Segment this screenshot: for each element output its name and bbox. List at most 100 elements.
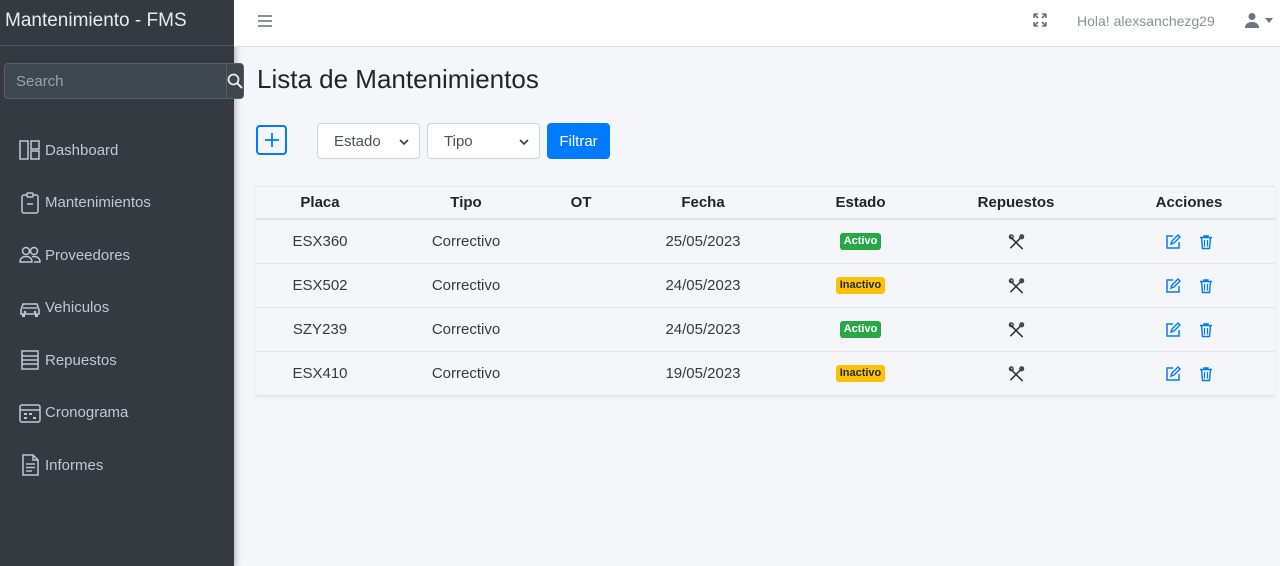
status-badge: Inactivo <box>835 276 886 295</box>
repuestos-cell <box>929 277 1103 294</box>
user-menu-button[interactable] <box>1244 11 1276 29</box>
status-badge: Activo <box>839 320 882 339</box>
user-greeting: Hola! alexsanchezg29 <box>1077 13 1215 29</box>
delete-button[interactable] <box>1197 233 1214 250</box>
repuestos-cell <box>929 233 1103 250</box>
sidebar-item-label: Informes <box>45 456 104 474</box>
column-header[interactable]: Repuestos <box>929 194 1103 211</box>
list-icon <box>21 350 39 370</box>
placa-cell: ESX360 <box>292 233 348 250</box>
fecha-cell: 24/05/2023 <box>665 277 741 294</box>
sidebar-item-repuestos[interactable]: Repuestos <box>0 334 234 387</box>
sidebar-item-label: Mantenimientos <box>45 194 151 212</box>
fullscreen-button[interactable] <box>1032 12 1048 28</box>
delete-button[interactable] <box>1197 321 1214 338</box>
tipo-select[interactable]: Tipo <box>427 123 540 159</box>
sidebar-item-vehiculos[interactable]: Vehiculos <box>0 282 234 335</box>
column-header[interactable]: Placa <box>256 194 384 211</box>
table-row: ESX502 Correctivo 24/05/2023 Inactivo <box>256 264 1275 308</box>
search-button[interactable] <box>226 63 244 99</box>
tools-icon <box>1008 233 1024 249</box>
trash-icon <box>1199 278 1212 293</box>
estado-cell: Inactivo <box>792 364 929 383</box>
sidebar-nav: Dashboard Mantenimientos Proveedores Veh… <box>0 124 234 492</box>
estado-select-value: Estado <box>334 132 381 150</box>
tipo-cell: Correctivo <box>431 365 501 382</box>
caret-down-icon <box>1265 18 1273 23</box>
sidebar-item-cronograma[interactable]: Cronograma <box>0 387 234 440</box>
tools-icon <box>1008 321 1024 337</box>
search-icon <box>227 73 243 89</box>
tools-icon <box>1008 365 1024 381</box>
column-header[interactable]: Acciones <box>1103 194 1275 211</box>
document-icon <box>22 454 39 476</box>
repuestos-cell <box>929 321 1103 338</box>
row-actions <box>1164 321 1214 338</box>
clipboard-icon <box>21 192 39 214</box>
placa-cell: ESX502 <box>292 277 348 294</box>
edit-button[interactable] <box>1164 321 1181 338</box>
calendar-icon <box>19 404 41 423</box>
placa-cell: ESX410 <box>292 365 348 382</box>
user-icon <box>1245 13 1259 28</box>
acciones-cell <box>1103 233 1275 250</box>
hamburger-icon <box>258 15 272 27</box>
repuestos-button[interactable] <box>1008 365 1025 382</box>
repuestos-cell <box>929 365 1103 382</box>
tipo-select-value: Tipo <box>444 132 473 150</box>
row-actions <box>1164 233 1214 250</box>
chevron-down-icon <box>399 139 409 146</box>
delete-button[interactable] <box>1197 365 1214 382</box>
tools-icon <box>1008 277 1024 293</box>
page-title: Lista de Mantenimientos <box>257 64 539 94</box>
tipo-cell: Correctivo <box>431 277 501 294</box>
column-header[interactable]: Estado <box>792 194 929 211</box>
fecha-cell: 19/05/2023 <box>665 365 741 382</box>
row-actions <box>1164 365 1214 382</box>
column-header[interactable]: OT <box>548 194 614 211</box>
sidebar: Mantenimiento - FMS Dashboard Mantenimie… <box>0 0 244 566</box>
top-navbar: Hola! alexsanchezg29 <box>234 0 1280 47</box>
edit-icon <box>1165 321 1181 337</box>
dashboard-icon <box>19 140 40 160</box>
chevron-down-icon <box>519 139 529 146</box>
acciones-cell <box>1103 277 1275 294</box>
maintenance-table: Placa Tipo OT Fecha Estado Repuestos Acc… <box>256 186 1275 396</box>
add-button[interactable] <box>256 125 287 155</box>
status-badge: Activo <box>839 232 882 251</box>
edit-icon <box>1165 233 1181 249</box>
fecha-cell: 25/05/2023 <box>665 233 741 250</box>
car-icon <box>20 302 40 317</box>
brand-title[interactable]: Mantenimiento - FMS <box>0 0 234 46</box>
edit-icon <box>1165 277 1181 293</box>
menu-toggle-button[interactable] <box>257 13 273 29</box>
sidebar-item-informes[interactable]: Informes <box>0 439 234 492</box>
filter-button[interactable]: Filtrar <box>547 123 610 159</box>
table-row: ESX360 Correctivo 25/05/2023 Activo <box>256 220 1275 264</box>
delete-button[interactable] <box>1197 277 1214 294</box>
estado-cell: Activo <box>792 232 929 251</box>
fecha-cell: 24/05/2023 <box>665 321 741 338</box>
estado-cell: Inactivo <box>792 276 929 295</box>
row-actions <box>1164 277 1214 294</box>
edit-icon <box>1165 365 1181 381</box>
people-icon <box>19 247 41 263</box>
table-row: ESX410 Correctivo 19/05/2023 Inactivo <box>256 352 1275 396</box>
sidebar-item-dashboard[interactable]: Dashboard <box>0 124 234 177</box>
column-header[interactable]: Fecha <box>614 194 792 211</box>
repuestos-button[interactable] <box>1008 321 1025 338</box>
placa-cell: SZY239 <box>292 321 348 338</box>
sidebar-item-label: Repuestos <box>45 351 117 369</box>
search-input[interactable] <box>4 63 226 99</box>
repuestos-button[interactable] <box>1008 277 1025 294</box>
edit-button[interactable] <box>1164 233 1181 250</box>
estado-select[interactable]: Estado <box>317 123 420 159</box>
edit-button[interactable] <box>1164 277 1181 294</box>
estado-cell: Activo <box>792 320 929 339</box>
repuestos-button[interactable] <box>1008 233 1025 250</box>
column-header[interactable]: Tipo <box>384 194 548 211</box>
sidebar-item-label: Vehiculos <box>45 299 110 317</box>
sidebar-item-mantenimientos[interactable]: Mantenimientos <box>0 177 234 230</box>
edit-button[interactable] <box>1164 365 1181 382</box>
sidebar-item-proveedores[interactable]: Proveedores <box>0 229 234 282</box>
